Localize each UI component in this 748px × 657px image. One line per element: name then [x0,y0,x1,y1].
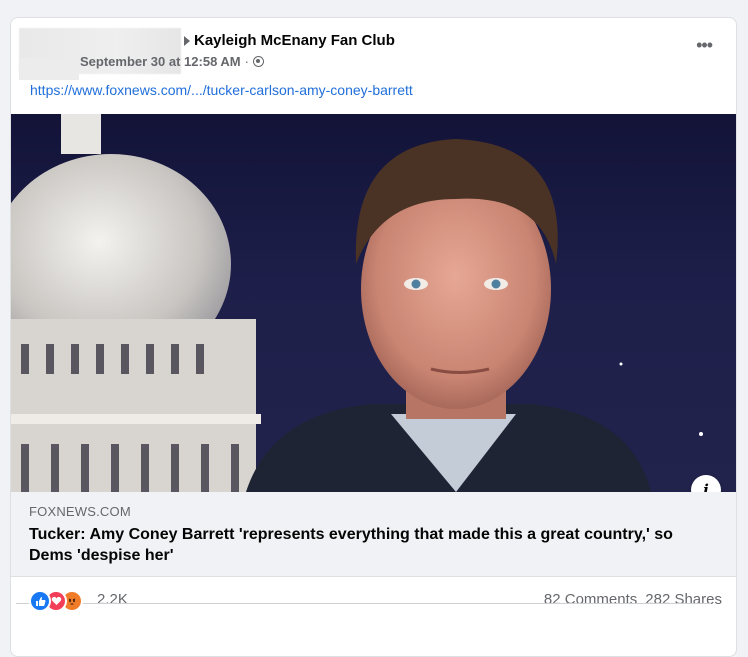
engagement-counts: 82 Comments 282 Shares [544,591,722,608]
link-preview-image[interactable] [11,114,736,492]
like-icon[interactable] [29,590,51,612]
redacted-avatar [19,58,79,80]
link-domain: FOXNEWS.COM [29,504,131,519]
group-name-link[interactable]: Kayleigh McEnany Fan Club [194,32,395,49]
post-meta: September 30 at 12:58 AM · [80,54,264,69]
comments-count[interactable]: 82 Comments [544,591,637,608]
post-timestamp[interactable]: September 30 at 12:58 AM [80,54,241,69]
action-divider [16,603,711,604]
link-headline[interactable]: Tucker: Amy Coney Barrett 'represents ev… [29,524,709,566]
engagement-bar: 2.2K 82 Comments 282 Shares [11,576,736,618]
preview-image-graphic [11,114,703,492]
globe-icon[interactable] [252,56,264,67]
reaction-count[interactable]: 2.2K [97,591,128,608]
post-card: Kayleigh McEnany Fan Club September 30 a… [10,17,737,657]
meta-separator: · [244,54,249,69]
more-options-button[interactable]: ••• [696,36,713,54]
caret-right-icon [184,36,190,46]
link-preview-footer[interactable]: FOXNEWS.COM Tucker: Amy Coney Barrett 'r… [11,492,736,577]
post-link[interactable]: https://www.foxnews.com/.../tucker-carls… [30,82,413,98]
shares-count[interactable]: 282 Shares [645,591,722,608]
post-header: Kayleigh McEnany Fan Club [184,32,395,49]
